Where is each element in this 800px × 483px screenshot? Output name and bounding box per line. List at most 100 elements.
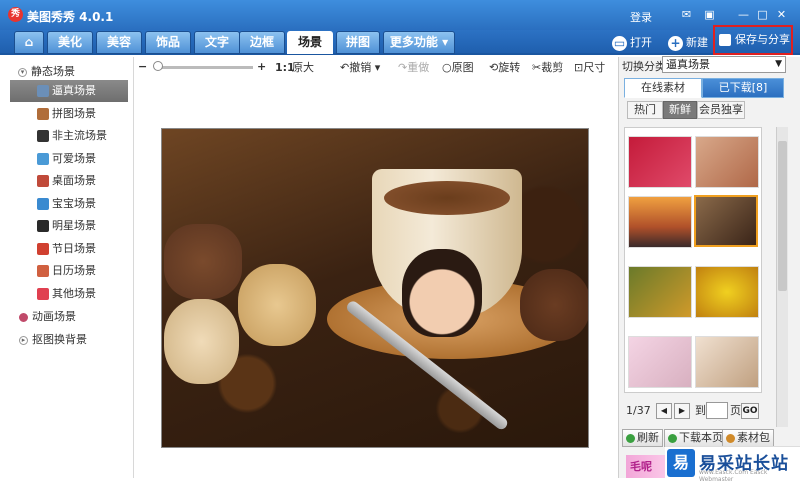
sidebar-item-scene[interactable]: 可爱场景	[10, 148, 128, 170]
subtab-fresh[interactable]: 新鲜	[663, 101, 697, 119]
material-thumb[interactable]	[695, 136, 759, 188]
minimize-icon[interactable]: —	[736, 7, 751, 22]
sidebar-item-scene[interactable]: 逼真场景	[10, 80, 128, 102]
scene-photo[interactable]	[161, 128, 589, 448]
login-link[interactable]: 登录	[630, 9, 652, 25]
scene-category-icon	[37, 152, 49, 165]
sidebar-item-scene[interactable]: 日历场景	[10, 260, 128, 282]
resize-icon: ⊡	[574, 61, 584, 74]
download-page-button[interactable]: 下载本页	[664, 429, 727, 447]
plus-icon: +	[668, 35, 683, 51]
crop-button[interactable]: ✂裁剪	[532, 61, 563, 75]
sidebar-item-label: 日历场景	[52, 264, 96, 277]
tab-accessories[interactable]: 饰品	[145, 31, 191, 54]
undo-button[interactable]: ↶撤销 ▾	[340, 61, 380, 75]
sidebar-item-scene[interactable]: 明星场景	[10, 215, 128, 237]
refresh-button[interactable]: 刷新	[622, 429, 663, 447]
macaron-shape	[520, 269, 588, 341]
watermark-logo-icon: 易	[667, 449, 695, 477]
app-title: 美图秀秀 4.0.1	[27, 10, 114, 24]
tab-scene[interactable]: 场景	[287, 31, 333, 54]
sidebar-item-label: 节日场景	[52, 241, 96, 255]
material-thumb[interactable]	[628, 336, 692, 388]
scissors-icon: ✂	[532, 61, 542, 74]
sidebar-item-scene[interactable]: 其他场景	[10, 283, 128, 305]
sidebar-item-label: 明星场景	[52, 219, 96, 232]
sidebar-item-scene[interactable]: 非主流场景	[10, 125, 128, 147]
scene-category-icon	[37, 287, 49, 300]
portrait-shape	[402, 249, 482, 337]
page-info: 1/37	[626, 404, 651, 417]
goto-label: 到	[695, 404, 706, 417]
material-thumb[interactable]	[695, 336, 759, 388]
circle-icon: ○	[442, 61, 452, 74]
new-button[interactable]: + 新建	[668, 35, 708, 51]
next-page-button[interactable]: ▶	[674, 403, 690, 419]
site-watermark: 易 易采站长站 www.Easck.Com Easck Webmaster	[665, 446, 800, 483]
sidebar-item-label: 非主流场景	[52, 129, 107, 142]
macaron-shape	[164, 224, 242, 299]
zoom-in-icon[interactable]: +	[257, 60, 266, 74]
tab-home[interactable]: ⌂	[14, 31, 44, 54]
save-icon	[719, 34, 731, 46]
tab-face[interactable]: 美容	[96, 31, 142, 54]
sidebar-group-animated[interactable]: 动画场景	[19, 308, 76, 324]
category-select[interactable]: 逼真场景 ▼	[662, 56, 786, 73]
resize-button[interactable]: ⊡尺寸	[574, 61, 605, 75]
sidebar-item-scene[interactable]: 桌面场景	[10, 170, 128, 192]
scene-category-icon	[37, 107, 49, 120]
tab-online-materials[interactable]: 在线素材	[624, 78, 702, 98]
close-icon[interactable]: ✕	[774, 7, 789, 22]
tab-beautify[interactable]: 美化	[47, 31, 93, 54]
page-number-input[interactable]	[706, 402, 728, 419]
sidebar-group-cutout[interactable]: ▸ 抠图换背景	[19, 331, 87, 347]
message-icon[interactable]: ✉	[679, 7, 694, 22]
title-bar: 秀 美图秀秀 4.0.1 登录 ✉ ▣ — □ ✕	[0, 0, 800, 30]
original-size-button[interactable]: 原大	[292, 61, 314, 75]
main-tab-bar: ⌂ 美化 美容 饰品 文字 边框 场景 拼图 更多功能 ▾ ▭ 打开 + 新建	[0, 30, 800, 55]
subtab-hot[interactable]: 热门	[627, 101, 663, 119]
tab-frame[interactable]: 边框	[239, 31, 285, 54]
tab-downloaded[interactable]: 已下载[8]	[702, 78, 784, 98]
sidebar-item-scene[interactable]: 宝宝场景	[10, 193, 128, 215]
zoom-slider-thumb[interactable]	[153, 61, 163, 71]
redo-button[interactable]: ↷重做	[398, 61, 429, 75]
sidebar-item-label: 桌面场景	[52, 174, 96, 187]
sidebar-group-static[interactable]: ▾ 静态场景	[18, 63, 75, 79]
maximize-icon[interactable]: □	[755, 7, 770, 22]
open-button[interactable]: ▭ 打开	[612, 35, 652, 51]
save-share-button[interactable]: 保存与分享	[713, 25, 793, 55]
coffee-surface-shape	[384, 181, 510, 215]
prev-page-button[interactable]: ◀	[656, 403, 672, 419]
tab-more[interactable]: 更多功能 ▾	[383, 31, 455, 54]
scrollbar-thumb[interactable]	[778, 141, 787, 291]
material-thumb[interactable]	[628, 136, 692, 188]
scene-category-icon	[37, 197, 49, 210]
material-pack-button[interactable]: 素材包	[722, 429, 774, 447]
sidebar-item-scene[interactable]: 拼图场景	[10, 103, 128, 125]
macaron-shape	[164, 299, 239, 384]
collapse-icon: ▾	[18, 67, 27, 77]
material-thumb[interactable]	[628, 196, 692, 248]
go-button[interactable]: GO	[741, 403, 759, 419]
material-thumb[interactable]	[628, 266, 692, 318]
download-icon	[668, 433, 677, 443]
settings-icon[interactable]: ▣	[702, 7, 717, 22]
subtab-member[interactable]: 会员独享	[697, 101, 745, 119]
zoom-slider-track[interactable]	[155, 66, 253, 69]
original-image-button[interactable]: ○原图	[442, 61, 474, 75]
refresh-icon	[626, 433, 635, 443]
sidebar-item-label: 宝宝场景	[52, 196, 96, 210]
material-scrollbar[interactable]	[776, 127, 788, 427]
material-thumb[interactable]	[695, 266, 759, 318]
material-thumb[interactable]	[694, 195, 758, 247]
sidebar-item-label: 逼真场景	[52, 84, 96, 97]
sidebar-item-scene[interactable]: 节日场景	[10, 238, 128, 260]
zoom-out-icon[interactable]: −	[138, 60, 147, 74]
tab-collage[interactable]: 拼图	[336, 31, 380, 54]
expand-icon: ▸	[19, 335, 28, 345]
tab-text[interactable]: 文字	[194, 31, 240, 54]
scene-category-icon	[37, 265, 49, 277]
redo-icon: ↷	[398, 61, 408, 74]
rotate-button[interactable]: ⟲旋转	[489, 61, 520, 75]
